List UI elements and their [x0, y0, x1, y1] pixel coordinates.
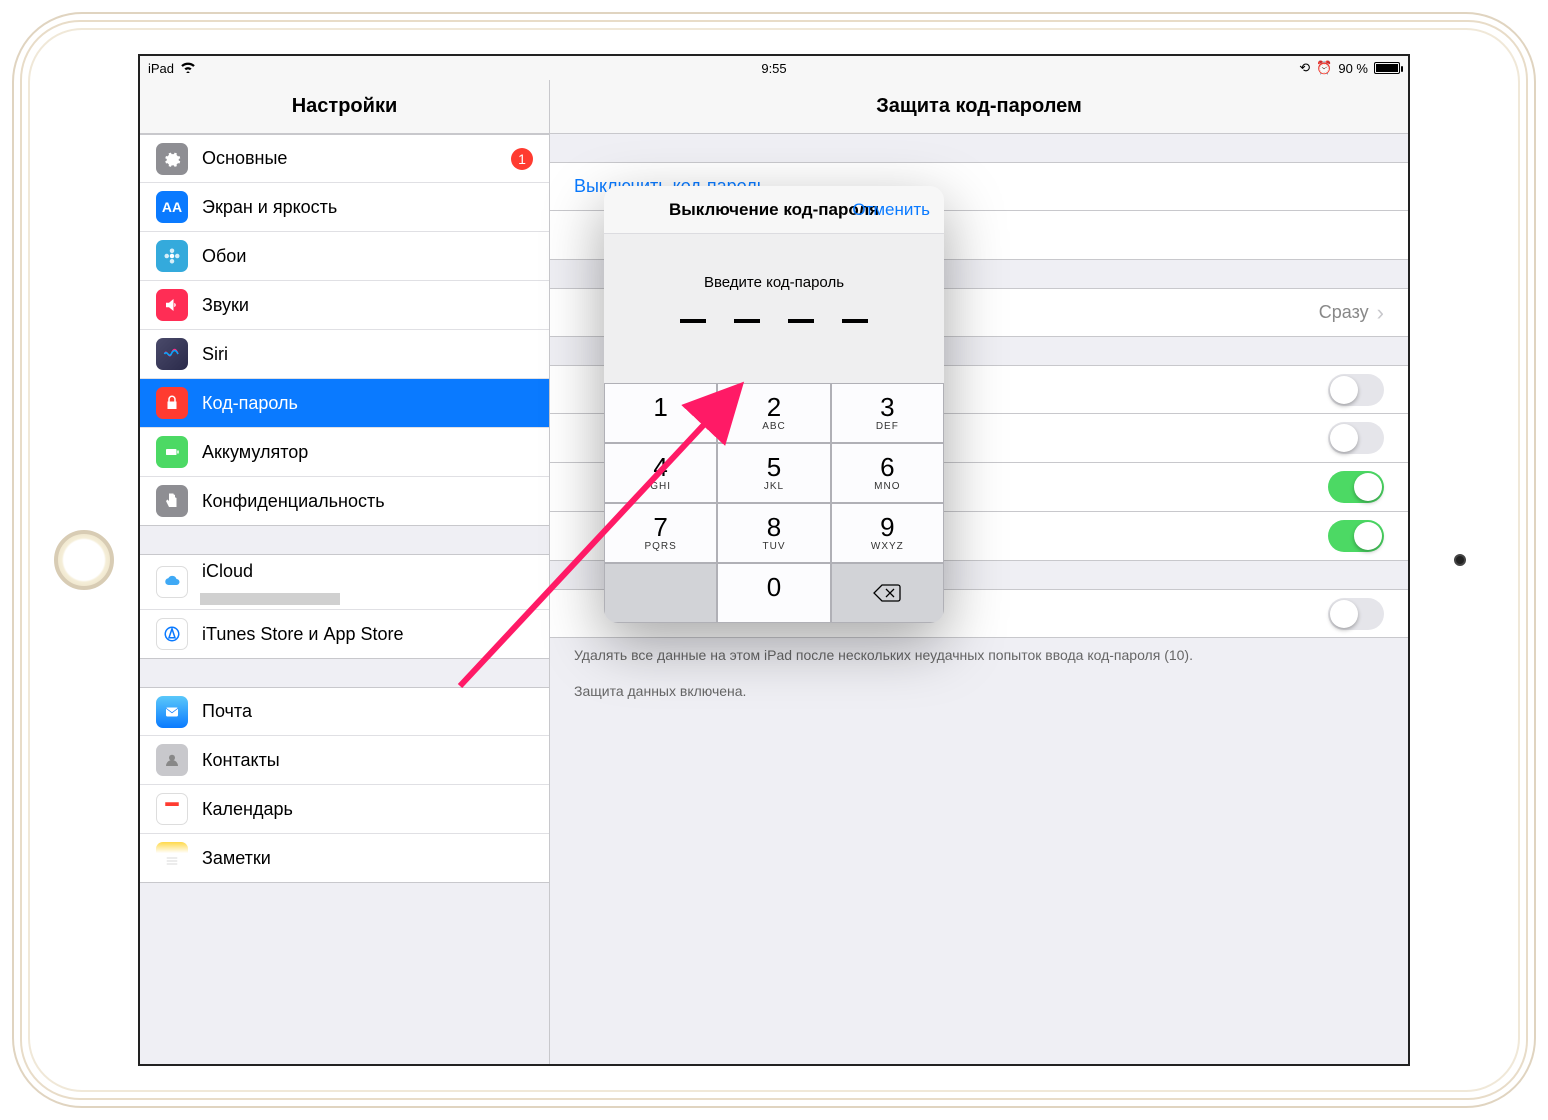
label: Календарь [202, 799, 293, 820]
camera-dot [1454, 554, 1466, 566]
label: Заметки [202, 848, 271, 869]
key-6[interactable]: 6MNO [831, 443, 944, 503]
cancel-button[interactable]: Отменить [852, 200, 930, 220]
appstore-icon [156, 618, 188, 650]
lock-icon [156, 387, 188, 419]
toggle[interactable] [1328, 422, 1384, 454]
toggle[interactable] [1328, 520, 1384, 552]
sidebar-item-contacts[interactable]: Контакты [140, 736, 549, 785]
label: Аккумулятор [202, 442, 308, 463]
contacts-icon [156, 744, 188, 776]
label: Контакты [202, 750, 280, 771]
key-delete[interactable] [831, 563, 944, 623]
sidebar-item-passcode[interactable]: Код-пароль [140, 379, 549, 428]
toggle[interactable] [1328, 598, 1384, 630]
key-1[interactable]: 1 [604, 383, 717, 443]
alarm-icon: ⏰ [1316, 60, 1332, 76]
chevron-right-icon: › [1377, 300, 1384, 326]
badge: 1 [511, 148, 533, 170]
text-size-icon: AA [156, 191, 188, 223]
label: iTunes Store и App Store [202, 624, 404, 645]
sidebar-title: Настройки [140, 80, 549, 134]
erase-note: Удалять все данные на этом iPad после не… [550, 638, 1408, 674]
key-7[interactable]: 7PQRS [604, 503, 717, 563]
key-0[interactable]: 0 [717, 563, 830, 623]
home-button[interactable] [54, 530, 114, 590]
sidebar-item-general[interactable]: Основные 1 [140, 134, 549, 183]
battery-icon [156, 436, 188, 468]
label: Конфиденциальность [202, 491, 385, 512]
key-4[interactable]: 4GHI [604, 443, 717, 503]
passcode-field [624, 319, 924, 323]
toggle[interactable] [1328, 471, 1384, 503]
battery-pct: 90 % [1338, 61, 1368, 76]
modal-header: Выключение код-пароля Отменить [604, 186, 944, 234]
key-5[interactable]: 5JKL [717, 443, 830, 503]
backspace-icon [873, 583, 901, 603]
sidebar-item-wallpaper[interactable]: Обои [140, 232, 549, 281]
label: iCloud [202, 561, 253, 582]
mail-icon [156, 696, 188, 728]
icloud-account-blur [200, 593, 340, 605]
sidebar-item-battery[interactable]: Аккумулятор [140, 428, 549, 477]
sidebar-item-privacy[interactable]: Конфиденциальность [140, 477, 549, 526]
speaker-icon [156, 289, 188, 321]
numeric-keypad: 1 2ABC 3DEF 4GHI 5JKL 6MNO 7PQRS 8TUV 9W… [604, 383, 944, 623]
status-bar: iPad 9:55 ⟲ ⏰ 90 % [140, 56, 1408, 80]
key-9[interactable]: 9WXYZ [831, 503, 944, 563]
gear-icon [156, 143, 188, 175]
label: Код-пароль [202, 393, 298, 414]
label: Экран и яркость [202, 197, 337, 218]
key-2[interactable]: 2ABC [717, 383, 830, 443]
calendar-icon [156, 793, 188, 825]
key-3[interactable]: 3DEF [831, 383, 944, 443]
detail-title: Защита код-паролем [550, 80, 1408, 134]
modal-title: Выключение код-пароля [669, 200, 879, 220]
notes-icon [156, 842, 188, 874]
siri-icon [156, 338, 188, 370]
key-blank [604, 563, 717, 623]
orientation-lock-icon: ⟲ [1299, 60, 1310, 76]
sidebar-item-calendar[interactable]: Календарь [140, 785, 549, 834]
value: Сразу [1319, 302, 1369, 323]
sidebar-item-itunes[interactable]: iTunes Store и App Store [140, 610, 549, 659]
sidebar-item-notes[interactable]: Заметки [140, 834, 549, 883]
label: Обои [202, 246, 246, 267]
battery-icon [1374, 62, 1400, 74]
sidebar-item-display[interactable]: AA Экран и яркость [140, 183, 549, 232]
label: Звуки [202, 295, 249, 316]
label: Основные [202, 148, 287, 169]
hand-icon [156, 485, 188, 517]
label: Siri [202, 344, 228, 365]
cloud-icon [156, 566, 188, 598]
toggle[interactable] [1328, 374, 1384, 406]
clock: 9:55 [761, 61, 786, 76]
screen: iPad 9:55 ⟲ ⏰ 90 % Настройки Основные 1 [138, 54, 1410, 1066]
label: Почта [202, 701, 252, 722]
modal-prompt: Введите код-пароль [624, 274, 924, 291]
flower-icon [156, 240, 188, 272]
sidebar-item-sounds[interactable]: Звуки [140, 281, 549, 330]
passcode-modal: Выключение код-пароля Отменить Введите к… [604, 186, 944, 623]
settings-sidebar: Настройки Основные 1 AA Экран и яркость [140, 80, 550, 1064]
wifi-icon [180, 61, 196, 76]
sidebar-item-mail[interactable]: Почта [140, 687, 549, 736]
sidebar-item-siri[interactable]: Siri [140, 330, 549, 379]
sidebar-item-icloud[interactable]: iCloud [140, 554, 549, 610]
protection-note: Защита данных включена. [550, 674, 1408, 710]
device-label: iPad [148, 61, 174, 76]
key-8[interactable]: 8TUV [717, 503, 830, 563]
